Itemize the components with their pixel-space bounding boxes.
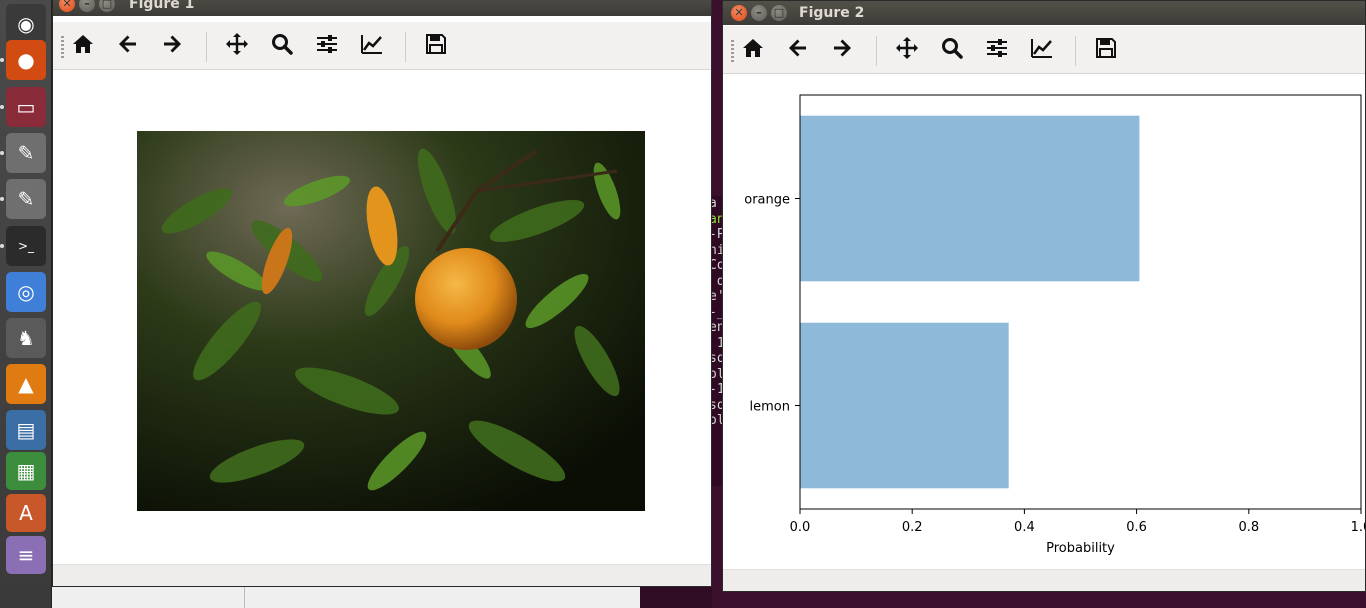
zoom-magnifier-icon (940, 36, 964, 64)
background-window-strip (52, 586, 712, 608)
firefox-icon[interactable]: ● (6, 40, 46, 80)
configure-subplots-button[interactable] (314, 33, 340, 59)
home-icon (71, 32, 95, 60)
chromium-icon[interactable]: ◎ (6, 272, 46, 312)
orange-tree-photo (137, 131, 645, 511)
forward-arrow-icon (160, 32, 184, 60)
save-floppy-icon (1094, 36, 1118, 64)
vlc-icon[interactable]: ▲ (6, 364, 46, 404)
back-arrow-icon (786, 36, 810, 64)
back-arrow-icon (116, 32, 140, 60)
minimize-button[interactable]: – (79, 0, 95, 12)
edit-axis-button[interactable] (359, 33, 385, 59)
save-floppy-icon (424, 32, 448, 60)
app-store-icon[interactable]: A (6, 494, 46, 532)
pan-button[interactable] (224, 33, 250, 59)
configure-subplots-icon (985, 36, 1009, 64)
zoom-button[interactable] (269, 33, 295, 59)
stacked-apps-icon[interactable]: ≡ (6, 536, 46, 574)
home-button[interactable] (740, 37, 766, 63)
figure-2-window: ✕ – □ Figure 2 orange lemon 0.0 0.2 0.4 0.6 0.… (722, 0, 1366, 592)
spreadsheet-icon[interactable]: ▦ (6, 452, 46, 490)
save-button[interactable] (423, 33, 449, 59)
configure-subplots-button[interactable] (984, 37, 1010, 63)
minimize-button[interactable]: – (751, 5, 767, 21)
configure-subplots-icon (315, 32, 339, 60)
edit-curve-icon (1030, 36, 1054, 64)
zoom-magnifier-icon (270, 32, 294, 60)
pan-button[interactable] (894, 37, 920, 63)
forward-button[interactable] (829, 37, 855, 63)
maximize-button[interactable]: □ (771, 5, 787, 21)
x-tick-label: 0.6 (1126, 520, 1147, 535)
terminal-icon[interactable]: >_ (6, 226, 46, 266)
edit-axis-button[interactable] (1029, 37, 1055, 63)
figure-canvas: orange lemon 0.0 0.2 0.4 0.6 0.8 1.0 Probability (723, 75, 1365, 569)
forward-arrow-icon (830, 36, 854, 64)
home-button[interactable] (70, 33, 96, 59)
toolbar-grip[interactable] (731, 40, 734, 62)
back-button[interactable] (115, 33, 141, 59)
window-title: Figure 2 (799, 5, 865, 21)
unity-launcher: ◉ ● ▭ ✎ ✎ >_ ◎ ♞ ▲ ▤ ▦ A ≡ (0, 0, 52, 608)
close-button[interactable]: ✕ (59, 0, 75, 12)
toolbar-grip[interactable] (61, 36, 64, 58)
x-tick-label: 0.2 (902, 520, 923, 535)
x-tick-label: 1.0 (1351, 520, 1365, 535)
files-icon[interactable]: ▭ (6, 87, 46, 127)
x-tick-label: 0.8 (1238, 520, 1259, 535)
x-axis-label: Probability (1046, 541, 1115, 556)
pan-move-icon (225, 32, 249, 60)
close-button[interactable]: ✕ (731, 5, 747, 21)
matplotlib-toolbar (723, 26, 1365, 74)
x-tick-label: 0.4 (1014, 520, 1035, 535)
home-icon (741, 36, 765, 64)
edit-curve-icon (360, 32, 384, 60)
bar-lemon (800, 322, 1009, 489)
ubuntu-dash-icon[interactable]: ◉ (6, 4, 46, 44)
matplotlib-toolbar (53, 22, 711, 70)
probability-bar-chart: orange lemon 0.0 0.2 0.4 0.6 0.8 1.0 Probability (744, 94, 1365, 556)
zoom-button[interactable] (939, 37, 965, 63)
statusbar (723, 569, 1365, 591)
text-editor-icon[interactable]: ✎ (6, 133, 46, 173)
x-tick-label: 0.0 (790, 520, 811, 535)
back-button[interactable] (785, 37, 811, 63)
figure-canvas (53, 70, 711, 564)
maximize-button[interactable]: □ (99, 0, 115, 12)
titlebar[interactable]: ✕ – □ Figure 1 (53, 0, 711, 16)
titlebar[interactable]: ✕ – □ Figure 2 (723, 1, 1365, 25)
text-editor-icon[interactable]: ✎ (6, 179, 46, 219)
statusbar (53, 564, 711, 586)
y-tick-label: lemon (750, 400, 790, 415)
figure-1-window: ✕ – □ Figure 1 (52, 0, 712, 587)
save-button[interactable] (1093, 37, 1119, 63)
bar-orange (800, 115, 1140, 282)
chess-icon[interactable]: ♞ (6, 318, 46, 358)
y-tick-label: orange (744, 193, 790, 208)
forward-button[interactable] (159, 33, 185, 59)
window-title: Figure 1 (129, 0, 195, 12)
pan-move-icon (895, 36, 919, 64)
document-viewer-icon[interactable]: ▤ (6, 410, 46, 450)
